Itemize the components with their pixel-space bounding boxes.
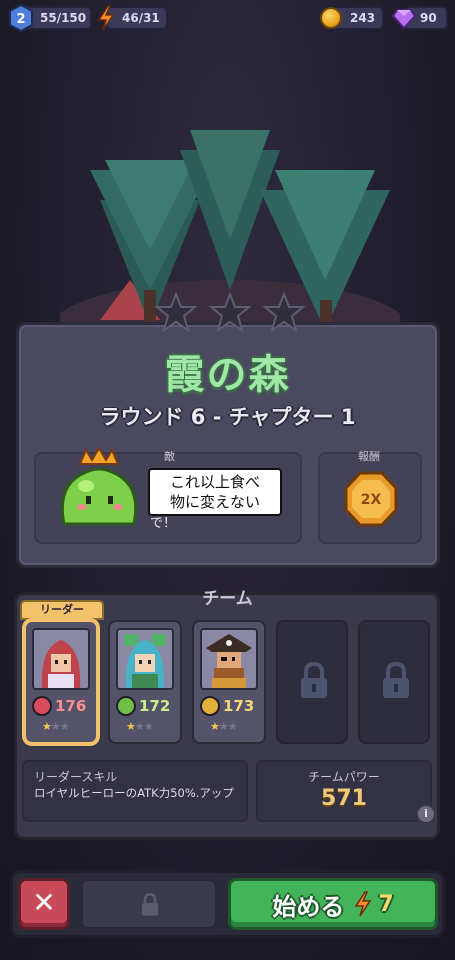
start-button[interactable]: 始める 7 — [228, 878, 438, 930]
reward-label: 報酬 — [358, 450, 380, 463]
team-power-box: チームパワー 571 — [256, 760, 432, 822]
hero-avatar-icon — [34, 630, 88, 688]
pirate-captain-portrait — [200, 628, 258, 690]
pirate-avatar-icon — [202, 630, 256, 688]
atk-row: 172 — [116, 696, 170, 716]
energy-bolt-icon — [97, 5, 115, 31]
wrench-icon — [200, 696, 220, 716]
staff-icon — [116, 696, 136, 716]
team-card-3[interactable]: 173 ★★★ — [192, 620, 266, 744]
stage-subtitle: ラウンド 6 - チャプター 1 — [99, 405, 356, 429]
lock-icon — [141, 893, 159, 916]
rank-stars: ★★★ — [126, 720, 154, 733]
stage-title: 霞の森 — [164, 352, 291, 398]
leader-skill-desc: ロイヤルヒーローのATK力50%.アップ — [34, 786, 234, 800]
speech-line-2: 物に変えない — [169, 493, 260, 511]
close-button[interactable]: ✕ — [18, 878, 70, 930]
team-power-title: チームパワー — [308, 770, 380, 784]
stage-stars — [154, 291, 306, 333]
energy-bolt-icon — [354, 891, 372, 917]
leader-tag: リーダー — [20, 600, 104, 620]
rank-stars: ★★★ — [42, 720, 70, 733]
leader-skill-box: リーダースキル ロイヤルヒーローのATK力50%.アップ — [22, 760, 248, 822]
level-value: 2 — [16, 12, 25, 27]
start-energy-cost: 7 — [378, 891, 394, 917]
coin-icon — [320, 7, 342, 29]
slime-enemy-icon[interactable] — [56, 444, 142, 534]
locked-button[interactable] — [80, 878, 218, 930]
leader-skill-title: リーダースキル — [34, 770, 118, 784]
atk-value: 172 — [139, 697, 171, 715]
gem-icon — [392, 9, 416, 30]
info-button[interactable]: i — [416, 804, 436, 824]
lock-icon — [301, 662, 327, 698]
reward-2x-coin-icon[interactable]: 2X — [344, 470, 398, 528]
team-power-value: 571 — [321, 786, 367, 811]
start-label: 始める — [272, 892, 345, 921]
sword-icon — [32, 696, 52, 716]
speech-extra: で！ — [150, 516, 177, 531]
locked-slot-2[interactable] — [358, 620, 430, 744]
enemy-label: 敵 — [164, 450, 175, 463]
locked-slot-1[interactable] — [276, 620, 348, 744]
atk-value: 176 — [55, 697, 87, 715]
top-bar: 2 55/150 46/31 243 90 — [0, 4, 455, 34]
lock-icon — [383, 662, 409, 698]
atk-value: 173 — [223, 697, 255, 715]
enemy-speech-bubble: これ以上食べ 物に変えない — [148, 468, 282, 516]
team-card-2[interactable]: 172 ★★★ — [108, 620, 182, 744]
star-icon — [154, 291, 306, 333]
level-badge-icon: 2 — [9, 4, 33, 32]
red-hair-hero-portrait — [32, 628, 90, 690]
atk-row: 173 — [200, 696, 254, 716]
healer-avatar-icon — [118, 630, 172, 688]
atk-row: 176 — [32, 696, 86, 716]
team-card-1[interactable]: 176 ★★★ — [24, 620, 98, 744]
speech-line-1: これ以上食べ — [169, 473, 260, 491]
rank-stars: ★★★ — [210, 720, 238, 733]
reward-badge-text: 2X — [361, 492, 382, 508]
blue-hair-healer-portrait — [116, 628, 174, 690]
